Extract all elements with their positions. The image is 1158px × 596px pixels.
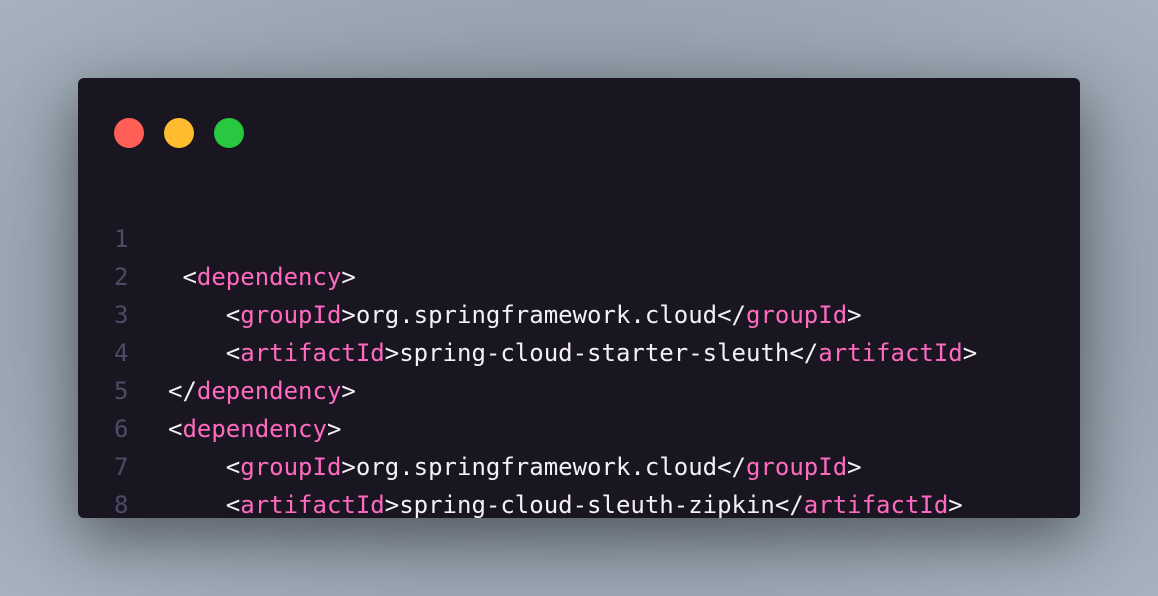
window-controls	[114, 118, 244, 148]
line-number: 8	[114, 491, 129, 518]
code-line: 5 <dependency>	[78, 334, 1080, 443]
code-line: 6 <groupId>org.springframework.cloud</gr…	[78, 372, 1080, 481]
end-tag-open-bracket: </	[774, 491, 804, 518]
code-line: 3 <artifactId>spring-cloud-starter-sleut…	[78, 258, 1080, 367]
close-dot-icon[interactable]	[114, 118, 144, 148]
code-window: 1 <dependency> 2 <groupId>org.springfram…	[78, 78, 1080, 518]
tag-name: artifactId	[240, 491, 385, 518]
code-line: 2 <groupId>org.springframework.cloud</gr…	[78, 220, 1080, 329]
end-tag-name: artifactId	[803, 491, 949, 518]
code-block: 1 <dependency> 2 <groupId>org.springfram…	[78, 182, 1080, 518]
tag-close-bracket: >	[384, 491, 400, 518]
end-tag-close-bracket: >	[948, 491, 963, 518]
code-line: 7 <artifactId>spring-cloud-sleuth-zipkin…	[78, 410, 1080, 518]
maximize-dot-icon[interactable]	[214, 118, 244, 148]
code-line: 4 </dependency>	[78, 296, 1080, 405]
line-source: <artifactId>spring-cloud-sleuth-zipkin</…	[168, 486, 963, 518]
code-line: 1 <dependency>	[78, 182, 1080, 291]
minimize-dot-icon[interactable]	[164, 118, 194, 148]
code-line: 8 </dependency>	[78, 448, 1080, 518]
tag-open-bracket: <	[225, 491, 241, 518]
tag-text: spring-cloud-sleuth-zipkin	[399, 491, 775, 518]
